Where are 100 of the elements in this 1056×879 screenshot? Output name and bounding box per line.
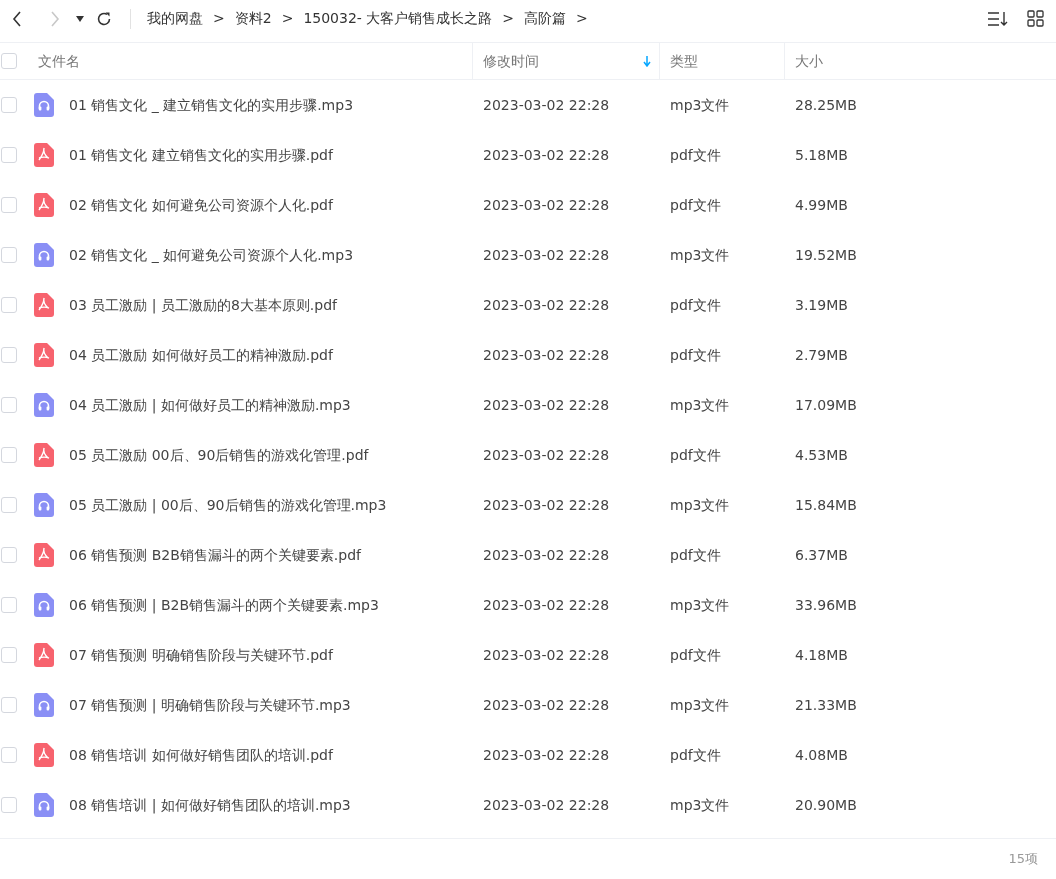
file-row[interactable]: 05 员工激励 | 00后、90后销售的游戏化管理.mp3 2023-03-02 22:28 mp3文件 15.84MB [0,480,1056,530]
file-type: pdf文件 [669,545,722,565]
pdf-file-icon [34,193,54,217]
checkbox[interactable] [1,97,17,113]
file-type: pdf文件 [669,445,722,465]
modified-time: 2023-03-02 22:28 [482,395,611,415]
checkbox[interactable] [1,447,17,463]
file-name: 05 员工激励 00后、90后销售的游戏化管理.pdf [69,445,369,465]
file-row[interactable]: 05 员工激励 00后、90后销售的游戏化管理.pdf 2023-03-02 22:28 pdf文件 4.53MB [0,430,1056,480]
file-type: pdf文件 [669,345,722,365]
file-row[interactable]: 06 销售预测 B2B销售漏斗的两个关键要素.pdf 2023-03-02 22:28 pdf文件 6.37MB [0,530,1056,580]
modified-time: 2023-03-02 22:28 [482,645,611,665]
file-row[interactable]: 02 销售文化 如何避免公司资源个人化.pdf 2023-03-02 22:28 pdf文件 4.99MB [0,180,1056,230]
checkbox[interactable] [1,647,17,663]
file-type: mp3文件 [669,245,731,265]
file-row[interactable]: 08 销售培训 如何做好销售团队的培训.pdf 2023-03-02 22:28 pdf文件 4.08MB [0,730,1056,780]
breadcrumb-link[interactable]: 150032- 大客户销售成长之路 [303,8,493,29]
modified-time: 2023-03-02 22:28 [482,195,611,215]
file-type: mp3文件 [669,595,731,615]
checkbox[interactable] [1,147,17,163]
sort-list-icon[interactable] [987,10,1009,27]
checkbox[interactable] [1,497,17,513]
file-row[interactable]: 01 销售文化 _ 建立销售文化的实用步骤.mp3 2023-03-02 22:28 mp3文件 28.25MB [0,80,1056,130]
modified-time: 2023-03-02 22:28 [482,695,611,715]
checkbox[interactable] [1,197,17,213]
headphones-file-icon [34,493,54,517]
file-row[interactable]: 08 销售培训 | 如何做好销售团队的培训.mp3 2023-03-02 22:28 mp3文件 20.90MB [0,780,1056,830]
breadcrumb-separator: > [502,9,515,28]
pdf-file-icon [34,743,54,767]
file-size: 6.37MB [794,545,849,565]
pdf-file-icon [34,343,54,367]
file-type: mp3文件 [669,95,731,115]
column-header[interactable]: 大小 [795,43,889,79]
checkbox[interactable] [1,247,17,263]
headphones-file-icon [34,393,54,417]
file-size: 17.09MB [794,395,858,415]
breadcrumb-link[interactable]: 我的网盘 [147,8,203,29]
pdf-file-icon [34,643,54,667]
column-header[interactable]: 文件名 [38,43,472,79]
file-row[interactable]: 02 销售文化 _ 如何避免公司资源个人化.mp3 2023-03-02 22:28 mp3文件 19.52MB [0,230,1056,280]
grid-view-icon[interactable] [1027,10,1044,27]
file-size: 20.90MB [794,795,858,815]
file-name: 02 销售文化 如何避免公司资源个人化.pdf [69,195,333,215]
file-type: mp3文件 [669,695,731,715]
breadcrumb-separator: > [213,9,225,28]
file-size: 3.19MB [794,295,849,315]
file-type: mp3文件 [669,795,731,815]
checkbox[interactable] [1,53,17,69]
breadcrumb-link[interactable]: 高阶篇 [524,8,567,29]
modified-time: 2023-03-02 22:28 [482,95,611,115]
modified-time: 2023-03-02 22:28 [482,795,611,815]
dropdown-caret-icon[interactable] [76,15,84,22]
checkbox[interactable] [1,797,17,813]
column-header[interactable]: 修改时间 [483,43,651,79]
modified-time: 2023-03-02 22:28 [482,445,611,465]
item-count: 15项 [1008,850,1038,869]
checkbox[interactable] [1,697,17,713]
checkbox[interactable] [1,597,17,613]
modified-time: 2023-03-02 22:28 [482,295,611,315]
file-row[interactable]: 07 销售预测 明确销售阶段与关键环节.pdf 2023-03-02 22:28 pdf文件 4.18MB [0,630,1056,680]
refresh-icon[interactable] [96,10,112,27]
checkbox[interactable] [1,347,17,363]
checkbox[interactable] [1,547,17,563]
modified-time: 2023-03-02 22:28 [482,495,611,515]
file-size: 4.99MB [794,195,849,215]
modified-time: 2023-03-02 22:28 [482,245,611,265]
checkbox[interactable] [1,397,17,413]
sort-descending-icon [643,55,651,67]
headphones-file-icon [34,93,54,117]
file-size: 33.96MB [794,595,858,615]
checkbox[interactable] [1,297,17,313]
file-name: 03 员工激励 | 员工激励的8大基本原则.pdf [69,295,337,316]
file-row[interactable]: 01 销售文化 建立销售文化的实用步骤.pdf 2023-03-02 22:28 pdf文件 5.18MB [0,130,1056,180]
file-name: 01 销售文化 _ 建立销售文化的实用步骤.mp3 [69,95,354,115]
breadcrumb-link[interactable]: 资料2 [234,8,272,29]
file-row[interactable]: 04 员工激励 | 如何做好员工的精神激励.mp3 2023-03-02 22:28 mp3文件 17.09MB [0,380,1056,430]
file-size: 4.08MB [794,745,849,765]
file-size: 4.53MB [794,445,849,465]
file-size: 5.18MB [794,145,849,165]
file-size: 21.33MB [794,695,858,715]
file-type: pdf文件 [669,145,722,165]
file-name: 04 员工激励 | 如何做好员工的精神激励.mp3 [69,395,351,416]
checkbox[interactable] [1,747,17,763]
file-row[interactable]: 06 销售预测 | B2B销售漏斗的两个关键要素.mp3 2023-03-02 22:28 mp3文件 33.96MB [0,580,1056,630]
file-name: 01 销售文化 建立销售文化的实用步骤.pdf [69,145,333,165]
file-row[interactable]: 03 员工激励 | 员工激励的8大基本原则.pdf 2023-03-02 22:28 pdf文件 3.19MB [0,280,1056,330]
headphones-file-icon [34,793,54,817]
file-size: 19.52MB [794,245,858,265]
file-type: pdf文件 [669,745,722,765]
file-type: pdf文件 [669,295,722,315]
file-row[interactable]: 04 员工激励 如何做好员工的精神激励.pdf 2023-03-02 22:28 pdf文件 2.79MB [0,330,1056,380]
file-size: 2.79MB [794,345,849,365]
file-name: 08 销售培训 | 如何做好销售团队的培训.mp3 [69,795,351,816]
column-header[interactable]: 类型 [670,43,776,79]
modified-time: 2023-03-02 22:28 [482,595,611,615]
file-row[interactable]: 07 销售预测 | 明确销售阶段与关键环节.mp3 2023-03-02 22:28 mp3文件 21.33MB [0,680,1056,730]
headphones-file-icon [34,243,54,267]
headphones-file-icon [34,693,54,717]
file-name: 04 员工激励 如何做好员工的精神激励.pdf [69,345,333,365]
pdf-file-icon [34,293,54,317]
